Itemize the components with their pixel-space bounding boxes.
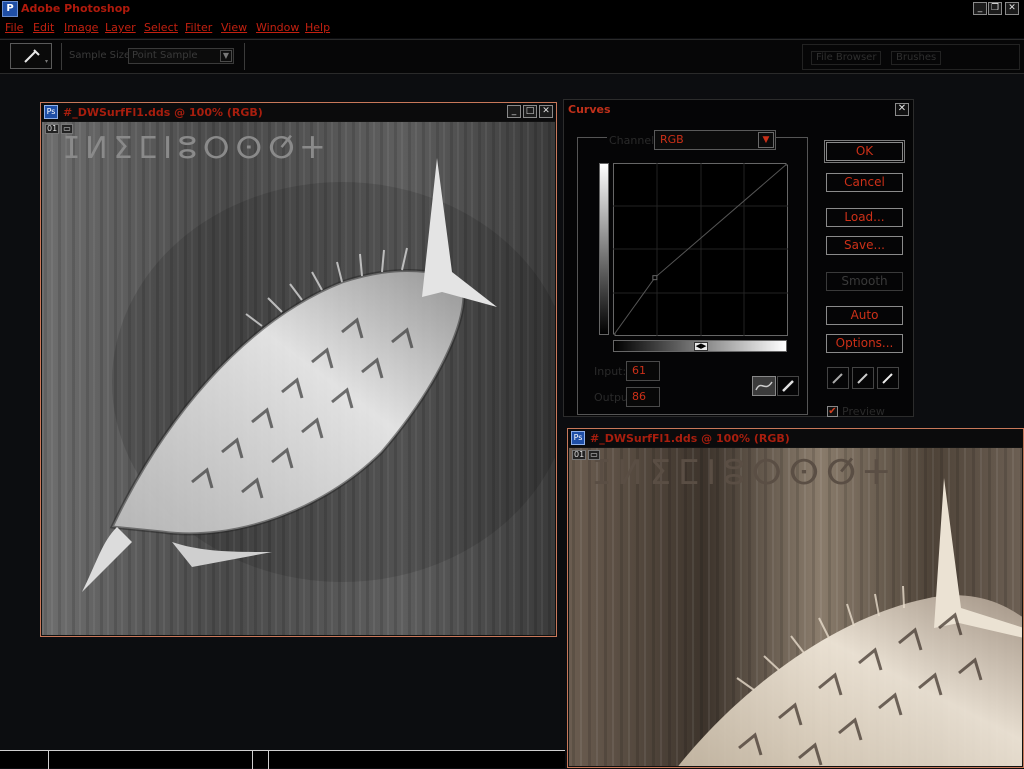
- document-title-bar[interactable]: Ps #_DWSurfFl1.dds @ 100% (RGB): [568, 429, 1023, 447]
- options-separator: [61, 43, 62, 70]
- minimize-icon[interactable]: _: [973, 2, 987, 15]
- black-point-eyedropper-button[interactable]: [827, 367, 849, 389]
- curves-dialog: Curves ✕ Channel: RGB ▼ ◀▶ Input: 61 Out…: [563, 99, 914, 418]
- gray-point-eyedropper-button[interactable]: [852, 367, 874, 389]
- document-title-bar[interactable]: Ps #_DWSurfFl1.dds @ 100% (RGB) _ □ ✕: [41, 103, 556, 121]
- output-gradient-bar: [599, 163, 609, 335]
- document-window-1[interactable]: Ps #_DWSurfFl1.dds @ 100% (RGB) _ □ ✕ 01 ▭: [40, 102, 557, 637]
- menu-window[interactable]: Window: [256, 21, 299, 34]
- curve-control-point[interactable]: [613, 333, 616, 336]
- preview-label: Preview: [842, 405, 885, 418]
- load-button[interactable]: Load...: [826, 208, 903, 227]
- menu-window-label: Window: [256, 21, 300, 34]
- eyedropper-icon: [832, 373, 843, 384]
- tab-brushes[interactable]: Brushes: [891, 51, 942, 65]
- channel-label: Channel:: [607, 134, 660, 147]
- fish-fossil-artwork: ⵊⵍⵉⵎⵏⵓⵔⵙⵚⵜ: [569, 448, 1022, 766]
- image-canvas[interactable]: 01 ▭ ⵊⵍⵉⵎⵏⵓⵔⵙⵚⵜ: [569, 448, 1022, 766]
- channel-badge-number: 01: [572, 450, 587, 460]
- status-divider: [252, 751, 253, 769]
- menu-layer[interactable]: Layer: [105, 21, 136, 34]
- smooth-button[interactable]: Smooth: [826, 272, 903, 291]
- document-icon: Ps: [44, 105, 58, 119]
- channel-select[interactable]: RGB ▼: [654, 130, 776, 150]
- menu-filter-label: Filter: [185, 21, 213, 34]
- document-title: #_DWSurfFl1.dds @ 100% (RGB): [590, 432, 790, 445]
- gradient-toggle-button[interactable]: ◀▶: [694, 342, 708, 351]
- output-field[interactable]: 86: [626, 387, 660, 407]
- status-bar: [0, 750, 565, 769]
- dialog-title: Curves: [568, 103, 611, 116]
- curve-control-point[interactable]: [652, 275, 658, 281]
- menu-edit[interactable]: Edit: [33, 21, 54, 34]
- status-divider: [48, 751, 49, 769]
- document-icon: Ps: [571, 431, 585, 445]
- eyedropper-icon: [857, 373, 868, 384]
- channel-value: RGB: [660, 133, 684, 146]
- chevron-down-icon: ▼: [758, 132, 774, 148]
- carved-glyph-text: ⵊⵍⵉⵎⵏⵓⵔⵙⵚⵜ: [593, 453, 896, 493]
- document-title: #_DWSurfFl1.dds @ 100% (RGB): [63, 106, 263, 119]
- mask-icon: ▭: [588, 450, 600, 460]
- tab-file-browser[interactable]: File Browser: [811, 51, 882, 65]
- menu-help-label: Help: [305, 21, 331, 34]
- sample-size-label: Sample Size:: [69, 50, 134, 61]
- menu-bar: File Edit Image Layer Select Filter View…: [0, 18, 1024, 38]
- options-button[interactable]: Options...: [826, 334, 903, 353]
- input-field[interactable]: 61: [626, 361, 660, 381]
- cancel-button[interactable]: Cancel: [826, 173, 903, 192]
- palette-well: File Browser Brushes: [802, 44, 1020, 70]
- eyedropper-icon: [882, 373, 893, 384]
- eyedropper-tool-button[interactable]: [10, 43, 52, 69]
- menu-edit-label: Edit: [33, 21, 55, 34]
- close-icon[interactable]: ✕: [539, 105, 553, 118]
- white-point-eyedropper-button[interactable]: [877, 367, 899, 389]
- close-icon[interactable]: ✕: [895, 103, 909, 116]
- app-title-bar: P Adobe Photoshop _ ❐ ✕: [0, 0, 1024, 18]
- menu-file-label: File: [5, 21, 24, 34]
- options-separator: [244, 43, 245, 70]
- pencil-tool-button[interactable]: [777, 376, 799, 396]
- sample-size-select[interactable]: Point Sample ▼: [128, 48, 234, 64]
- save-button[interactable]: Save...: [826, 236, 903, 255]
- menu-image-label: Image: [64, 21, 99, 34]
- menu-file[interactable]: File: [5, 21, 23, 34]
- channel-badge: 01 ▭: [572, 450, 602, 460]
- preview-checkbox[interactable]: ✔: [827, 406, 838, 417]
- curve-control-point[interactable]: [785, 163, 788, 166]
- app-title: Adobe Photoshop: [21, 2, 131, 15]
- options-bar: Sample Size: Point Sample ▼ File Browser…: [0, 39, 1024, 74]
- ok-button[interactable]: OK: [826, 142, 903, 161]
- fish-fossil-artwork: ⵊⵍⵉⵎⵏⵓⵔⵙⵚⵜ: [42, 122, 555, 635]
- maximize-icon[interactable]: □: [523, 105, 537, 118]
- mask-icon: ▭: [61, 124, 73, 134]
- menu-select[interactable]: Select: [144, 21, 178, 34]
- chevron-down-icon: ▼: [220, 50, 232, 62]
- menu-image[interactable]: Image: [64, 21, 98, 34]
- curve-tool-button[interactable]: [752, 376, 776, 396]
- menu-layer-label: Layer: [105, 21, 136, 34]
- menu-view-label: View: [221, 21, 248, 34]
- image-canvas[interactable]: 01 ▭ ⵊⵍⵉⵎⵏⵓⵔⵙⵚⵜ: [42, 122, 555, 635]
- menu-help[interactable]: Help: [305, 21, 330, 34]
- status-divider: [268, 751, 269, 769]
- photoshop-logo-icon: P: [2, 1, 18, 17]
- menu-view[interactable]: View: [221, 21, 247, 34]
- curve-tool-icon: [755, 381, 773, 391]
- menu-filter[interactable]: Filter: [185, 21, 212, 34]
- restore-icon[interactable]: ❐: [988, 2, 1002, 15]
- input-label: Input:: [594, 365, 627, 378]
- pencil-icon: [782, 380, 794, 392]
- sample-size-value: Point Sample: [132, 50, 198, 61]
- carved-glyph-text: ⵊⵍⵉⵎⵏⵓⵔⵙⵚⵜ: [64, 131, 330, 166]
- minimize-icon[interactable]: _: [507, 105, 521, 118]
- eyedropper-icon: [24, 49, 48, 63]
- channel-badge: 01 ▭: [45, 124, 75, 134]
- document-window-2[interactable]: Ps #_DWSurfFl1.dds @ 100% (RGB) 01 ▭ ⵊⵍⵉ…: [567, 428, 1024, 768]
- curve-graph[interactable]: [613, 163, 788, 336]
- menu-select-label: Select: [144, 21, 178, 34]
- channel-badge-number: 01: [45, 124, 60, 134]
- close-icon[interactable]: ✕: [1005, 2, 1019, 15]
- auto-button[interactable]: Auto: [826, 306, 903, 325]
